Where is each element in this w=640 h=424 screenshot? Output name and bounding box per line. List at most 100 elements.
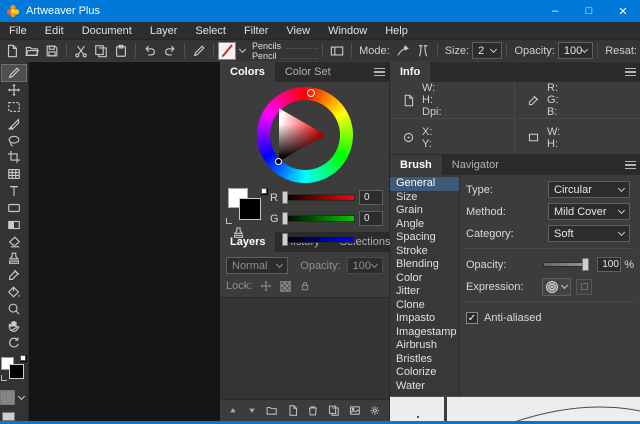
tab-color-set[interactable]: Color Set [275,62,341,82]
brush-tool[interactable] [2,65,26,81]
size-dropdown[interactable]: 2 [472,42,502,59]
brush-opacity-slider[interactable] [543,262,589,267]
menu-select[interactable]: Select [186,22,235,40]
brush-category-jitter[interactable]: Jitter [390,285,459,299]
zoom-tool[interactable] [2,301,26,317]
colors-panel-menu-icon[interactable] [369,62,389,82]
antialiased-checkbox[interactable]: ✓ [466,312,478,324]
blue-slider-handle[interactable] [282,233,288,246]
new-group-icon[interactable] [266,404,278,417]
rectangular-select-tool[interactable] [2,99,26,115]
brush-category-blending[interactable]: Blending [390,258,459,272]
layer-effects-icon[interactable] [349,404,361,417]
brush-category-clone[interactable]: Clone [390,299,459,313]
brush-category-general[interactable]: General [390,177,459,191]
default-colors-icon[interactable] [20,355,27,362]
redo-button[interactable] [160,41,180,60]
brush-opacity-handle[interactable] [582,258,589,271]
brush-category-color[interactable]: Color [390,272,459,286]
brush-category-spacing[interactable]: Spacing [390,231,459,245]
canvas-area[interactable] [29,62,221,421]
expression-settings-button[interactable] [576,279,592,295]
brush-category-impasto[interactable]: Impasto [390,312,459,326]
tab-info[interactable]: Info [390,62,430,82]
menu-file[interactable]: File [0,22,36,40]
red-slider[interactable] [283,194,355,201]
move-layer-down-icon[interactable] [247,405,257,416]
edit-brush-button[interactable] [189,41,209,60]
gradient-swatch-partial[interactable] [2,412,15,421]
menu-view[interactable]: View [277,22,319,40]
straight-lines-mode-button[interactable] [413,41,433,60]
lasso-tool[interactable] [2,132,26,148]
lock-all-icon[interactable] [299,280,311,292]
menu-help[interactable]: Help [376,22,417,40]
fill-tool[interactable] [2,284,26,300]
delete-layer-icon[interactable] [307,404,319,417]
method-dropdown[interactable]: Mild Cover [548,203,630,220]
paste-button[interactable] [111,41,131,60]
save-button[interactable] [42,41,62,60]
menu-filter[interactable]: Filter [235,22,277,40]
brush-panel-menu-icon[interactable] [620,155,640,175]
menu-edit[interactable]: Edit [36,22,73,40]
brush-category-water[interactable]: Water [390,380,459,394]
pattern-swatch[interactable] [0,390,15,405]
background-color-swatch[interactable] [239,198,261,220]
swap-colors-icon[interactable] [226,218,232,224]
maximize-button[interactable]: □ [572,0,606,22]
duplicate-layer-icon[interactable] [328,404,340,417]
new-document-button[interactable] [2,41,22,60]
close-button[interactable]: ✕ [606,0,640,22]
slice-tool[interactable] [2,116,26,132]
text-tool[interactable] [2,183,26,199]
background-color-swatch[interactable] [9,364,24,379]
info-panel-menu-icon[interactable] [620,62,640,82]
layer-opacity-dropdown[interactable]: 100 [347,257,383,274]
move-layer-up-icon[interactable] [228,405,238,416]
eraser-tool[interactable] [2,233,26,249]
pattern-selector[interactable] [0,389,27,407]
green-value-field[interactable]: 0 [359,211,383,226]
opacity-dropdown[interactable]: 100 [558,42,593,59]
brush-category-angle[interactable]: Angle [390,218,459,232]
menu-document[interactable]: Document [73,22,141,40]
undo-button[interactable] [140,41,160,60]
eyedropper-tool[interactable] [2,267,26,283]
tab-colors[interactable]: Colors [220,62,275,82]
freehand-mode-button[interactable] [393,41,413,60]
hue-marker[interactable] [307,89,315,97]
brush-category-size[interactable]: Size [390,191,459,205]
brush-category-colorize[interactable]: Colorize [390,366,459,380]
lock-transparency-icon[interactable] [280,281,291,292]
brush-category-imagestamp[interactable]: Imagestamp [390,326,459,340]
brush-category-stroke[interactable]: Stroke [390,245,459,259]
layer-properties-icon[interactable] [369,404,381,417]
gradient-tool[interactable] [2,217,26,233]
brush-opacity-field[interactable]: 100 [597,257,621,272]
copy-button[interactable] [91,41,111,60]
mesh-tool[interactable] [2,166,26,182]
lock-position-icon[interactable] [260,280,272,292]
blend-mode-dropdown[interactable]: Normal [226,257,288,274]
type-dropdown[interactable]: Circular [548,181,630,198]
green-slider-handle[interactable] [282,212,288,225]
shade-marker[interactable] [275,158,282,165]
layers-list[interactable] [220,297,389,400]
red-slider-handle[interactable] [282,191,288,204]
brush-preview-thumbnail[interactable] [218,42,236,60]
red-value-field[interactable]: 0 [359,190,383,205]
swap-colors-icon[interactable] [1,375,7,381]
tab-navigator[interactable]: Navigator [442,155,509,175]
category-dropdown[interactable]: Soft [548,225,630,242]
brush-category-bristles[interactable]: Bristles [390,353,459,367]
green-slider[interactable] [283,215,355,222]
move-tool[interactable] [2,82,26,98]
brush-category-grain[interactable]: Grain [390,204,459,218]
brush-category-airbrush[interactable]: Airbrush [390,339,459,353]
brush-selector-dropdown[interactable] [236,42,248,60]
stamp-icon[interactable] [232,226,245,244]
rotate-canvas-tool[interactable] [2,335,26,351]
default-colors-icon[interactable] [261,188,268,195]
menu-window[interactable]: Window [319,22,376,40]
